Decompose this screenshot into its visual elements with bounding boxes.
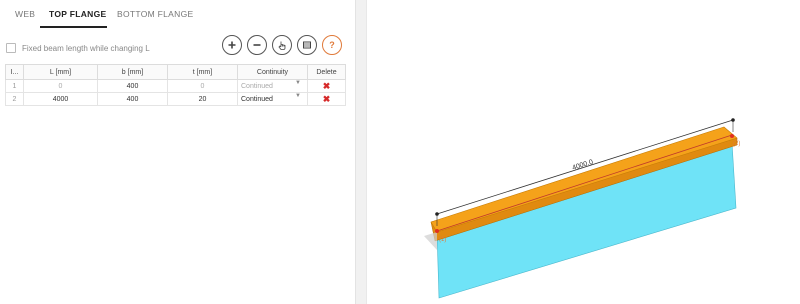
top-flange-table: I... L [mm] b [mm] t [mm] Continuity Del…: [5, 64, 346, 106]
fixed-length-option[interactable]: Fixed beam length while changing L: [6, 42, 150, 54]
tab-bar: WEB TOP FLANGE BOTTOM FLANGE: [0, 0, 355, 28]
properties-panel: WEB TOP FLANGE BOTTOM FLANGE Fixed beam …: [0, 0, 355, 304]
tab-web[interactable]: WEB: [15, 9, 35, 19]
end-shadow: [424, 232, 437, 250]
fixed-length-checkbox[interactable]: [6, 43, 16, 53]
column-header-continuity[interactable]: Continuity: [237, 64, 308, 80]
delete-cell: ✖: [307, 92, 346, 106]
column-header-thickness[interactable]: t [mm]: [167, 64, 238, 80]
help-label: ?: [329, 40, 335, 50]
beam-model[interactable]: 4000.0 (1) (2): [367, 0, 800, 304]
chevron-down-icon: ▼: [295, 80, 301, 86]
continuity-select[interactable]: Continued ▼: [237, 79, 308, 93]
continuity-select[interactable]: Continued ▼: [237, 92, 308, 106]
width-cell[interactable]: 400: [97, 92, 168, 106]
table-icon: [303, 41, 311, 49]
minus-icon: [253, 44, 261, 46]
column-header-delete[interactable]: Delete: [307, 64, 346, 80]
dimension-endpoint: [435, 212, 439, 216]
column-header-width[interactable]: b [mm]: [97, 64, 168, 80]
help-button[interactable]: ?: [322, 35, 342, 55]
row-index: 2: [5, 92, 24, 106]
pick-button[interactable]: [272, 35, 292, 55]
delete-icon[interactable]: ✖: [323, 94, 331, 104]
panel-splitter[interactable]: [355, 0, 367, 304]
length-cell[interactable]: 4000: [23, 92, 98, 106]
3d-viewport[interactable]: 4000.0 (1) (2): [367, 0, 800, 304]
column-header-index[interactable]: I...: [5, 64, 24, 80]
chevron-down-icon: ▼: [295, 93, 301, 99]
row-index: 1: [5, 79, 24, 93]
add-row-button[interactable]: [222, 35, 242, 55]
column-header-length[interactable]: L [mm]: [23, 64, 98, 80]
tab-top-flange[interactable]: TOP FLANGE: [49, 9, 106, 19]
table-row: 1 0 400 0 Continued ▼ ✖: [5, 79, 346, 93]
table-header-row: I... L [mm] b [mm] t [mm] Continuity Del…: [5, 64, 346, 80]
delete-cell: ✖: [307, 79, 346, 93]
table-view-button[interactable]: [297, 35, 317, 55]
continuity-value: Continued: [241, 82, 273, 90]
length-cell[interactable]: 0: [23, 79, 98, 93]
thickness-cell[interactable]: 0: [167, 79, 238, 93]
tab-bottom-flange[interactable]: BOTTOM FLANGE: [117, 9, 193, 19]
node-marker-start[interactable]: [435, 229, 439, 233]
hand-pointer-icon: [278, 41, 286, 50]
node-label-start: (1): [439, 237, 446, 243]
width-cell[interactable]: 400: [97, 79, 168, 93]
fixed-length-label: Fixed beam length while changing L: [22, 43, 150, 53]
active-tab-indicator: [40, 26, 107, 28]
plus-icon: [228, 41, 236, 49]
table-row: 2 4000 400 20 Continued ▼ ✖: [5, 92, 346, 106]
continuity-value: Continued: [241, 95, 273, 103]
remove-row-button[interactable]: [247, 35, 267, 55]
node-marker-end[interactable]: [730, 134, 734, 138]
dimension-endpoint: [731, 118, 735, 122]
thickness-cell[interactable]: 20: [167, 92, 238, 106]
node-label-end: (2): [733, 141, 740, 147]
delete-icon[interactable]: ✖: [323, 81, 331, 91]
